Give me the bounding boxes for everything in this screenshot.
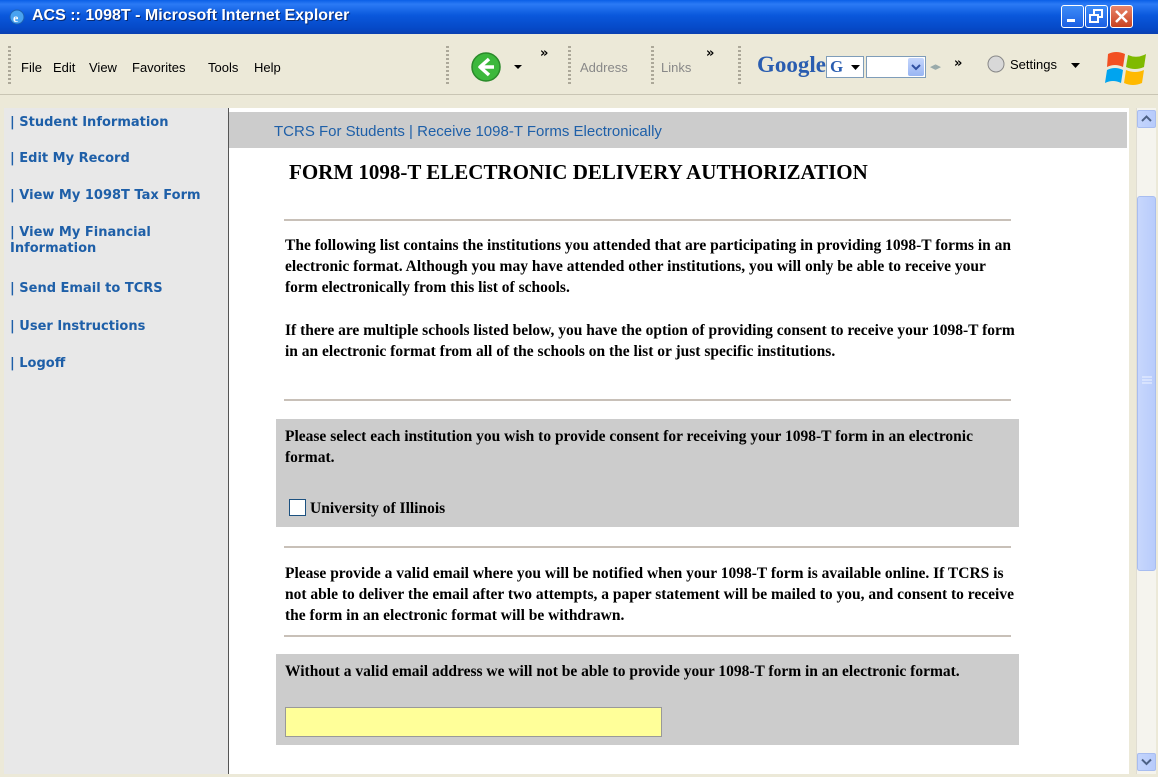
toolbar-grip[interactable] (738, 46, 741, 86)
svg-text:e: e (13, 11, 19, 25)
toolbar-grip[interactable] (446, 46, 449, 86)
google-search-button[interactable]: G (826, 56, 864, 78)
menu-favorites[interactable]: Favorites (132, 60, 185, 75)
divider (284, 635, 1011, 637)
scroll-up-button[interactable] (1137, 110, 1156, 128)
dropdown-arrow[interactable] (908, 58, 924, 76)
google-logo[interactable]: Google (757, 52, 826, 78)
toolbar-grip[interactable] (8, 46, 11, 86)
divider (284, 399, 1011, 401)
settings-circle-icon (987, 55, 1005, 73)
grip-lines-icon (1142, 376, 1152, 384)
menu-file[interactable]: File (21, 60, 42, 75)
minimize-button[interactable] (1061, 5, 1084, 28)
email-warning: Without a valid email address we will no… (285, 663, 960, 680)
email-panel: Without a valid email address we will no… (276, 654, 1019, 745)
main-content: TCRS For Students | Receive 1098-T Forms… (229, 108, 1129, 774)
header-bar: TCRS For Students | Receive 1098-T Forms… (229, 112, 1127, 148)
close-icon (1115, 10, 1128, 23)
close-button[interactable] (1110, 5, 1133, 28)
window-title: ACS :: 1098T - Microsoft Internet Explor… (32, 7, 350, 24)
select-instruction: Please select each institution you wish … (285, 428, 973, 466)
menu-help[interactable]: Help (254, 60, 281, 75)
divider (284, 546, 1011, 548)
back-icon[interactable] (470, 51, 502, 83)
menu-tools[interactable]: Tools (208, 60, 238, 75)
arrow-right-icon[interactable]: ◂▸ (930, 60, 941, 73)
toolbar-overflow-chevron[interactable]: » (540, 46, 548, 61)
browser-toolbar: File Edit View Favorites Tools Help » Ad… (0, 34, 1158, 95)
sidebar-nav: | Student Information | Edit My Record |… (4, 108, 229, 774)
breadcrumb[interactable]: TCRS For Students | Receive 1098-T Forms… (274, 123, 662, 140)
scroll-down-button[interactable] (1137, 753, 1156, 771)
menu-edit[interactable]: Edit (53, 60, 75, 75)
multiple-schools-paragraph: If there are multiple schools listed bel… (285, 322, 1015, 360)
chevron-down-icon (1141, 758, 1152, 766)
toolbar-grip[interactable] (651, 46, 654, 86)
sidebar-item-view-1098t-tax-form[interactable]: | View My 1098T Tax Form (10, 188, 201, 204)
google-overflow-chevron[interactable]: » (954, 56, 962, 71)
intro-paragraph: The following list contains the institut… (285, 237, 1012, 296)
chevron-up-icon (1141, 115, 1152, 122)
chevron-down-icon (911, 64, 921, 71)
minimize-icon (1067, 19, 1075, 22)
chevron-down-icon (1071, 63, 1080, 68)
sidebar-item-view-financial-information[interactable]: | View My Financial Information (10, 225, 220, 257)
email-field[interactable] (285, 707, 662, 737)
page-title: FORM 1098-T ELECTRONIC DELIVERY AUTHORIZ… (289, 160, 868, 184)
institution-selection-panel: Please select each institution you wish … (276, 419, 1019, 527)
google-search-input[interactable] (866, 56, 926, 78)
scroll-thumb[interactable] (1137, 196, 1156, 571)
email-paragraph: Please provide a valid email where you w… (285, 565, 1014, 624)
vertical-scrollbar[interactable] (1136, 108, 1156, 774)
sidebar-item-student-information[interactable]: | Student Information (10, 115, 169, 131)
links-label[interactable]: Links (661, 60, 691, 75)
address-label[interactable]: Address (580, 60, 628, 75)
menu-view[interactable]: View (89, 60, 117, 75)
sidebar-item-send-email[interactable]: | Send Email to TCRS (10, 281, 163, 297)
sidebar-item-logoff[interactable]: | Logoff (10, 356, 65, 372)
chevron-down-icon (851, 65, 860, 70)
restore-icon (1089, 9, 1103, 23)
sidebar-item-edit-my-record[interactable]: | Edit My Record (10, 151, 130, 167)
chevron-down-icon[interactable] (513, 64, 523, 70)
divider (284, 219, 1011, 221)
internet-explorer-icon: e (9, 9, 25, 25)
toolbar-grip[interactable] (568, 46, 571, 86)
windows-logo-icon (1105, 52, 1146, 85)
institution-checkbox[interactable] (289, 499, 306, 516)
window-titlebar[interactable]: e ACS :: 1098T - Microsoft Internet Expl… (0, 0, 1158, 34)
sidebar-item-user-instructions[interactable]: | User Instructions (10, 319, 145, 335)
institution-label[interactable]: University of Illinois (310, 498, 710, 519)
restore-button[interactable] (1085, 5, 1108, 28)
links-overflow-chevron[interactable]: » (706, 46, 714, 61)
